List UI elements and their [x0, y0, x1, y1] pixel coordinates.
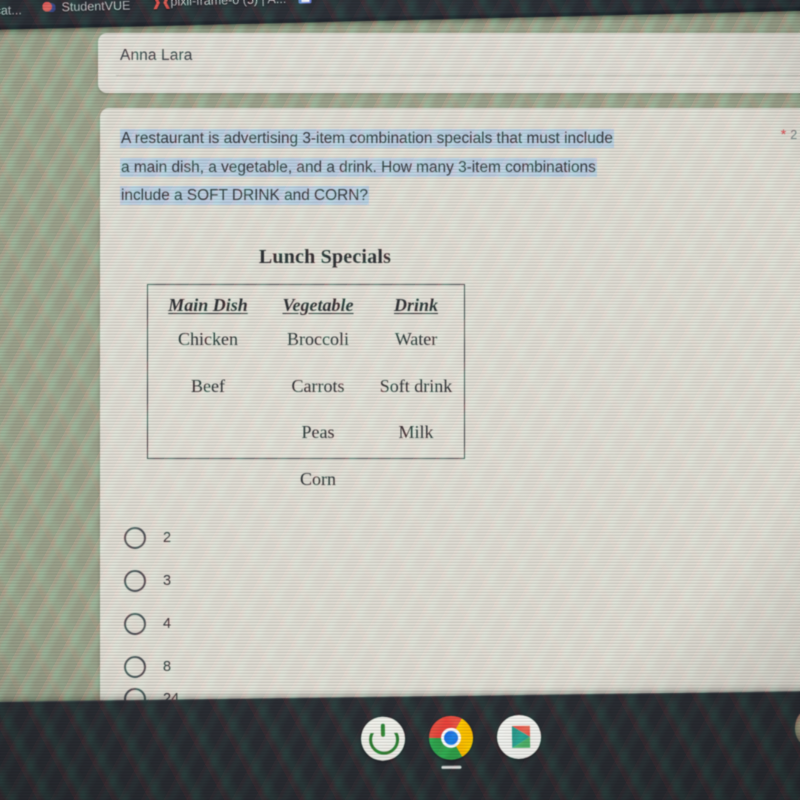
cell-veg-1: Broccoli	[287, 329, 349, 349]
play-store-icon[interactable]	[496, 714, 542, 760]
required-asterisk-icon: *	[780, 126, 787, 142]
photo-of-chromebook-screen: Anna Lara A restaurant is advertising 3-…	[0, 0, 800, 800]
column-header-main-dish: Main Dish	[168, 295, 248, 315]
browser-tab-1-label: StudentVUE	[61, 0, 131, 15]
answer-option-3-label: 4	[163, 615, 172, 632]
cell-main-1: Chicken	[178, 329, 238, 349]
question-card: A restaurant is advertising 3-item combi…	[100, 108, 800, 710]
chrome-icon[interactable]	[428, 715, 474, 769]
cell-veg-3: Peas	[301, 422, 335, 442]
radio-icon[interactable]	[124, 569, 146, 592]
power-button-icon[interactable]	[360, 716, 406, 762]
radio-icon[interactable]	[124, 612, 146, 635]
lunch-specials-table: Main Dish Chicken Beef Vegetable Broccol…	[147, 284, 465, 489]
answer-option-2[interactable]: 3	[124, 559, 524, 602]
browser-tab-0-label: cat...	[0, 3, 22, 18]
radio-icon[interactable]	[124, 526, 146, 549]
question-line-3: include a SOFT DRINK and CORN?	[120, 186, 369, 205]
question-points: *2 points	[781, 126, 800, 142]
answer-option-3[interactable]: 4	[124, 602, 524, 645]
table-column-main-dish: Main Dish Chicken Beef	[154, 285, 262, 458]
form-respondent-card: Anna Lara	[98, 33, 800, 93]
answer-options: 2 3 4 8 24	[124, 516, 524, 710]
pixilart-icon: ❱❰	[151, 0, 172, 9]
answer-option-2-label: 3	[163, 572, 172, 589]
browser-tab-2-label: pixil-frame-0 (5) | A...	[170, 0, 287, 9]
question-line-2: a main dish, a vegetable, and a drink. H…	[120, 157, 597, 177]
answer-option-1[interactable]: 2	[124, 516, 524, 559]
radio-icon[interactable]	[124, 655, 146, 678]
google-forms-icon	[298, 0, 312, 4]
shelf-icon-row	[0, 705, 800, 772]
chromeos-shelf	[0, 690, 800, 800]
lunch-specials-title: Lunch Specials	[258, 246, 392, 268]
active-app-indicator	[441, 765, 462, 769]
browser-tab-3[interactable]	[298, 0, 312, 4]
answer-option-4[interactable]: 8	[124, 645, 524, 688]
browser-tab-2[interactable]: ❱❰ pixil-frame-0 (5) | A...	[151, 0, 286, 9]
cell-veg-4: Corn	[300, 468, 336, 489]
browser-tab-1[interactable]: StudentVUE	[42, 0, 131, 15]
points-label: 2 points	[790, 128, 800, 142]
cell-veg-2: Carrots	[291, 375, 345, 396]
studentvue-icon	[42, 0, 56, 15]
cell-main-2: Beef	[191, 375, 225, 396]
cell-drink-3: Milk	[398, 422, 434, 442]
cell-drink-1: Water	[394, 329, 438, 349]
respondent-name: Anna Lara	[120, 47, 193, 64]
question-text: A restaurant is advertising 3-item combi…	[120, 125, 720, 211]
column-header-drink: Drink	[393, 295, 438, 315]
answer-option-4-label: 8	[163, 658, 172, 675]
answer-option-1-label: 2	[163, 529, 172, 546]
cell-drink-2: Soft drink	[379, 375, 453, 396]
divider	[116, 75, 800, 76]
column-header-vegetable: Vegetable	[282, 295, 354, 315]
question-line-1: A restaurant is advertising 3-item combi…	[120, 129, 614, 148]
lunch-specials-image: Lunch Specials Main Dish Chicken Beef Ve…	[140, 246, 510, 501]
browser-tab-0[interactable]: cat...	[0, 3, 22, 18]
table-column-vegetable: Vegetable Broccoli Carrots Peas Corn	[264, 285, 372, 489]
table-column-drink: Drink Water Soft drink Milk	[370, 285, 462, 458]
